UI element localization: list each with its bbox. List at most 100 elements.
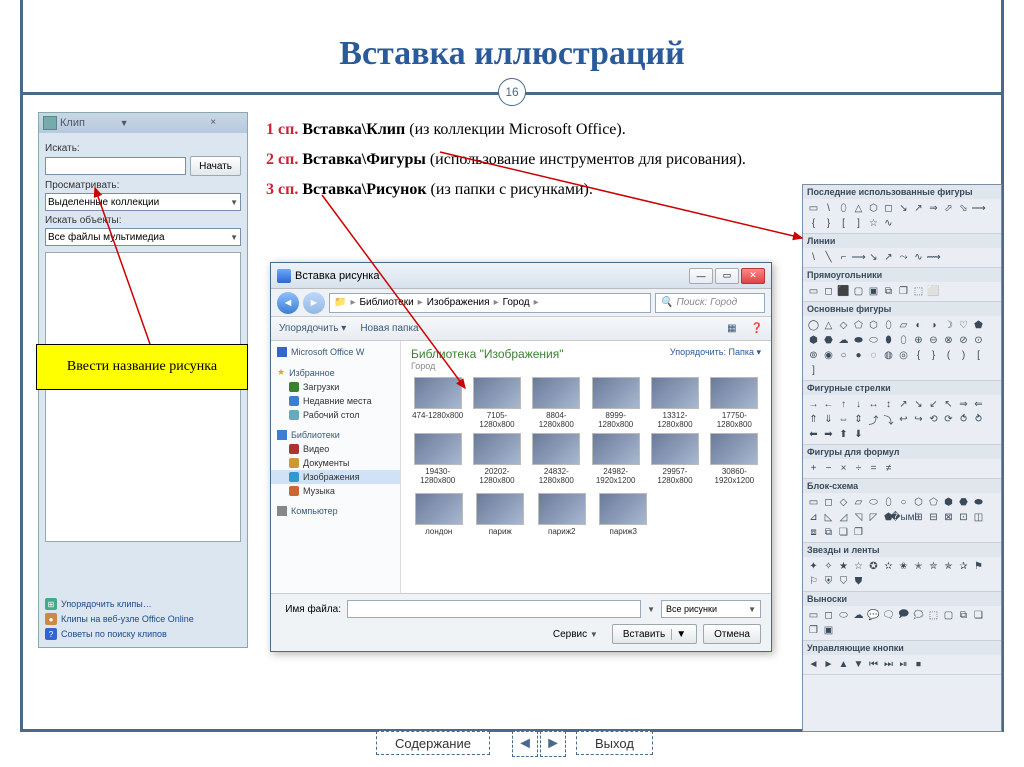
shape-icon[interactable]: ☆	[852, 560, 865, 573]
shape-icon[interactable]: ⥁	[972, 413, 985, 426]
shape-icon[interactable]: }	[822, 217, 835, 230]
shape-icon[interactable]: ◹	[852, 511, 865, 524]
shape-icon[interactable]: ◸	[867, 511, 880, 524]
shape-icon[interactable]: △	[822, 319, 835, 332]
shape-icon[interactable]: ▢	[942, 609, 955, 622]
shape-icon[interactable]: ⬛	[837, 285, 850, 298]
shape-icon[interactable]: ⬮	[882, 334, 895, 347]
new-folder-button[interactable]: Новая папка	[360, 323, 418, 334]
back-button[interactable]: ◄	[277, 292, 299, 314]
shape-icon[interactable]: ⬜	[927, 285, 940, 298]
thumbnail-item[interactable]: 7105-1280x800	[470, 377, 523, 429]
thumbnail-item[interactable]: 8804-1280x800	[530, 377, 583, 429]
shape-icon[interactable]: ⏭	[882, 658, 895, 671]
shape-icon[interactable]: ↪	[912, 413, 925, 426]
shape-icon[interactable]: ⬯	[837, 202, 850, 215]
shape-icon[interactable]: ▭	[807, 202, 820, 215]
shape-icon[interactable]: 🗩	[897, 609, 910, 622]
thumbnail-item[interactable]: 29957-1280x800	[648, 433, 701, 485]
shape-icon[interactable]: ✫	[882, 560, 895, 573]
shape-icon[interactable]: ★	[837, 560, 850, 573]
shape-icon[interactable]: ▱	[852, 496, 865, 509]
shape-icon[interactable]: ⇔	[837, 413, 850, 426]
shape-icon[interactable]: �ымі	[897, 511, 910, 524]
images-item[interactable]: Изображения	[271, 470, 400, 484]
shape-icon[interactable]: ↘	[867, 251, 880, 264]
shape-icon[interactable]: ⬭	[837, 609, 850, 622]
shape-icon[interactable]: ⇐	[972, 398, 985, 411]
thumbnail-item[interactable]: париж3	[596, 493, 652, 536]
shape-icon[interactable]: ▲	[837, 658, 850, 671]
shape-icon[interactable]: ⌐	[837, 251, 850, 264]
shape-icon[interactable]: ⇕	[852, 413, 865, 426]
shape-icon[interactable]: ✪	[867, 560, 880, 573]
shape-icon[interactable]: −	[822, 462, 835, 475]
thumbnail-item[interactable]: париж2	[534, 493, 590, 536]
shape-icon[interactable]: ↕	[882, 398, 895, 411]
shape-icon[interactable]: ⏮	[867, 658, 880, 671]
shape-icon[interactable]: ⇒	[957, 398, 970, 411]
shape-icon[interactable]: ⧉	[957, 609, 970, 622]
sort-menu[interactable]: Упорядочить: Папка ▾	[670, 347, 761, 358]
shape-icon[interactable]: ✦	[807, 560, 820, 573]
thumbnail-item[interactable]: 8999-1280x800	[589, 377, 642, 429]
thumbnail-item[interactable]: 13312-1280x800	[648, 377, 701, 429]
shape-icon[interactable]: ×	[837, 462, 850, 475]
shape-icon[interactable]: ❐	[852, 526, 865, 539]
shape-icon[interactable]: ⤴	[867, 413, 880, 426]
search-input[interactable]	[45, 157, 186, 175]
downloads-item[interactable]: Загрузки	[271, 380, 400, 394]
shape-icon[interactable]: ⬣	[822, 334, 835, 347]
shape-icon[interactable]: ⬡	[867, 319, 880, 332]
breadcrumb[interactable]: 📁 ▸Библиотеки ▸Изображения ▸Город ▸	[329, 293, 651, 313]
shape-icon[interactable]: ◇	[837, 319, 850, 332]
shape-icon[interactable]: {	[912, 349, 925, 362]
shape-icon[interactable]: ◇	[837, 496, 850, 509]
shape-icon[interactable]: ♡	[957, 319, 970, 332]
shape-icon[interactable]: ◯	[807, 319, 820, 332]
shape-icon[interactable]: ✯	[942, 560, 955, 573]
shape-icon[interactable]: ↘	[897, 202, 910, 215]
shape-icon[interactable]: ⬚	[927, 609, 940, 622]
shape-icon[interactable]: ⛨	[822, 575, 835, 588]
shape-icon[interactable]: ▼	[852, 658, 865, 671]
shape-icon[interactable]: ⬆	[837, 428, 850, 441]
contents-button[interactable]: Содержание	[376, 731, 490, 755]
dropdown-icon[interactable]: ▼	[120, 118, 180, 128]
view-icon[interactable]: ▦	[727, 323, 736, 334]
shape-icon[interactable]: ◻	[882, 202, 895, 215]
shape-icon[interactable]: (	[942, 349, 955, 362]
insert-button[interactable]: Вставить ▼	[612, 624, 697, 644]
shape-icon[interactable]: →	[807, 398, 820, 411]
shape-icon[interactable]: ◻	[822, 496, 835, 509]
shape-icon[interactable]: ↩	[897, 413, 910, 426]
shape-icon[interactable]: ⬯	[897, 334, 910, 347]
shape-icon[interactable]: ◑	[927, 319, 940, 332]
maximize-button[interactable]: ▭	[715, 268, 739, 284]
shape-icon[interactable]: ⟲	[927, 413, 940, 426]
thumbnail-item[interactable]: 30860-1920x1200	[708, 433, 761, 485]
shape-icon[interactable]: ⏹	[912, 658, 925, 671]
organize-clips-link[interactable]: ⊞Упорядочить клипы…	[45, 598, 241, 610]
thumbnail-item[interactable]: 24832-1280x800	[530, 433, 583, 485]
shape-icon[interactable]: ↖	[942, 398, 955, 411]
shape-icon[interactable]: =	[867, 462, 880, 475]
filename-input[interactable]	[347, 600, 641, 618]
shape-icon[interactable]: ⊡	[957, 511, 970, 524]
search-button[interactable]: Начать	[190, 156, 241, 176]
shape-icon[interactable]: ○	[897, 496, 910, 509]
shape-icon[interactable]: ◻	[822, 285, 835, 298]
shape-icon[interactable]: ⧈	[807, 526, 820, 539]
shape-icon[interactable]: [	[972, 349, 985, 362]
shape-icon[interactable]: ◉	[822, 349, 835, 362]
shape-icon[interactable]: ⧉	[882, 285, 895, 298]
shape-icon[interactable]: ↓	[852, 398, 865, 411]
shape-icon[interactable]: ○	[837, 349, 850, 362]
shape-icon[interactable]: ⊖	[927, 334, 940, 347]
shape-icon[interactable]: ↘	[912, 398, 925, 411]
shape-icon[interactable]: ⬇	[852, 428, 865, 441]
shape-icon[interactable]: ⇒	[927, 202, 940, 215]
search-tips-link[interactable]: ?Советы по поиску клипов	[45, 628, 241, 640]
shape-icon[interactable]: ↔	[867, 398, 880, 411]
next-button[interactable]: ►	[540, 731, 566, 757]
